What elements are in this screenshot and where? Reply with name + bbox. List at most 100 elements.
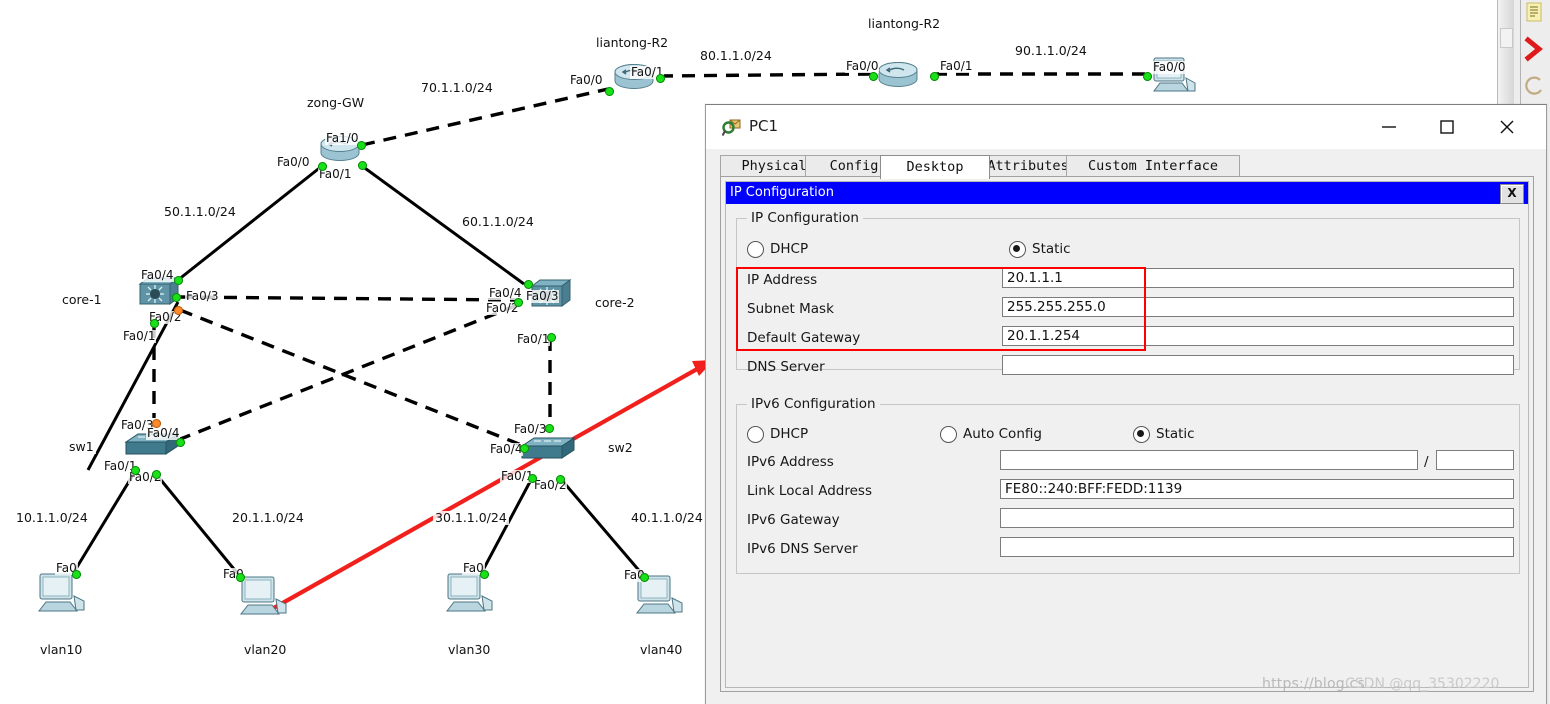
ipv6-auto-config-label: Auto Config — [963, 426, 1042, 442]
minimize-button[interactable] — [1366, 105, 1412, 149]
interface-label: Fa0/0 — [569, 73, 604, 87]
network-label: 70.1.1.0/24 — [419, 80, 495, 95]
interface-label: Fa0/4 — [140, 268, 175, 282]
port-status-dot — [656, 74, 665, 83]
port-status-dot — [236, 573, 245, 582]
ipv6-configuration-group: IPv6 Configuration DHCP Auto Config Stat… — [736, 396, 1520, 574]
port-status-dot — [72, 570, 81, 579]
device-icon-pc-vlan10[interactable] — [36, 572, 88, 622]
ipv6-field-label-1: Link Local Address — [747, 483, 872, 499]
chevron-right-icon[interactable] — [1524, 36, 1546, 66]
port-status-dot — [174, 306, 183, 315]
device-label-vlan20: vlan20 — [242, 642, 289, 657]
port-status-dot — [480, 570, 489, 579]
desktop-panel: IP Configuration X IP Configuration DHCP… — [720, 176, 1534, 692]
device-label-sw2: sw2 — [606, 440, 635, 455]
maximize-button[interactable] — [1424, 105, 1470, 149]
port-status-dot — [150, 319, 159, 328]
device-label-liantong-r2-b: liantong-R2 — [866, 16, 943, 31]
port-status-dot — [176, 438, 185, 447]
ipv4-dns-server-input[interactable] — [1002, 355, 1514, 375]
interface-label: Fa0/1 — [122, 329, 157, 343]
tab-desktop[interactable]: Desktop — [880, 155, 990, 179]
port-status-dot — [152, 419, 161, 428]
pc1-title-bar[interactable]: PC1 — [706, 105, 1546, 149]
ipv6-static-radio[interactable] — [1133, 426, 1150, 443]
scrollbar-thumb[interactable] — [1500, 28, 1513, 48]
port-status-dot — [318, 162, 327, 171]
device-label-zong-gw: zong-GW — [305, 95, 367, 110]
network-label: 50.1.1.0/24 — [162, 204, 238, 219]
ipv6-gateway-input[interactable] — [1000, 508, 1514, 528]
network-label: 80.1.1.0/24 — [698, 48, 774, 63]
device-icon-pc-vlan20[interactable] — [238, 575, 290, 625]
interface-label: Fa0/3 — [525, 289, 560, 303]
pc1-tab-bar[interactable]: Physical Config Desktop Attributes Custom In… — [720, 155, 1532, 179]
ipv4-configuration-group: IP Configuration DHCP Static IP Address … — [736, 210, 1520, 375]
device-icon-pc-vlan30[interactable] — [444, 572, 496, 622]
ip-configuration-internal-window: IP Configuration X IP Configuration DHCP… — [725, 181, 1529, 688]
ip-configuration-close-button[interactable]: X — [1500, 184, 1524, 204]
ipv6-prefix-length-input[interactable] — [1436, 450, 1514, 470]
ipv6-address-input[interactable] — [1000, 450, 1418, 470]
port-status-dot — [930, 72, 939, 81]
interface-label: Fa0/0 — [276, 155, 311, 169]
ip-configuration-title-bar[interactable]: IP Configuration X — [726, 182, 1528, 204]
interface-label: Fa0/1 — [516, 332, 551, 346]
pc1-window[interactable]: PC1 Physical Config Desktop Attributes Custo… — [705, 104, 1547, 704]
network-label: 20.1.1.0/24 — [230, 510, 306, 525]
ipv6-field-label-3: IPv6 DNS Server — [747, 541, 858, 557]
ipv4-subnet-mask-input[interactable]: 255.255.255.0 — [1002, 297, 1514, 317]
port-status-dot — [1143, 72, 1152, 81]
interface-label: Fa0/4 — [489, 442, 524, 456]
port-status-dot — [172, 293, 181, 302]
network-label: 30.1.1.0/24 — [433, 510, 509, 525]
ipv4-static-label: Static — [1032, 241, 1071, 257]
port-status-dot — [545, 424, 554, 433]
ipv4-default-gateway-input[interactable]: 20.1.1.254 — [1002, 326, 1514, 346]
ipv6-dhcp-radio[interactable] — [747, 426, 764, 443]
port-status-dot — [869, 72, 878, 81]
port-status-dot — [556, 475, 565, 484]
port-status-dot — [152, 470, 161, 479]
port-status-dot — [605, 87, 614, 96]
ipv4-field-label-2: Default Gateway — [747, 330, 861, 346]
port-status-dot — [357, 141, 366, 150]
note-icon[interactable] — [1524, 2, 1546, 32]
port-status-dot — [131, 466, 140, 475]
device-label-vlan10: vlan10 — [38, 642, 85, 657]
ipv6-prefix-separator: / — [1424, 454, 1429, 470]
interface-label: Fa0/0 — [845, 59, 880, 73]
port-status-dot — [640, 573, 649, 582]
ipv4-static-radio[interactable] — [1009, 241, 1026, 258]
ipv6-link-local-address-input[interactable]: FE80::240:BFF:FEDD:1139 — [1000, 479, 1514, 499]
device-icon-router-liantong-r2-b[interactable] — [876, 60, 920, 96]
device-label-core-1: core-1 — [60, 292, 104, 307]
pc1-window-title: PC1 — [749, 117, 779, 135]
interface-label: Fa0/3 — [513, 422, 548, 436]
interface-label: Fa0/0 — [1152, 60, 1187, 74]
ipv6-auto-config-radio[interactable] — [940, 426, 957, 443]
ipv4-dhcp-radio[interactable] — [747, 241, 764, 258]
ipv6-dns-server-input[interactable] — [1000, 537, 1514, 557]
ipv4-address-input[interactable]: 20.1.1.1 — [1002, 268, 1514, 288]
device-label-liantong-r2-a: liantong-R2 — [594, 35, 671, 50]
ipv6-static-label: Static — [1156, 426, 1195, 442]
ipv6-field-label-2: IPv6 Gateway — [747, 512, 840, 528]
network-label: 40.1.1.0/24 — [629, 510, 705, 525]
ip-configuration-title: IP Configuration — [730, 185, 834, 200]
tab-custom-interface[interactable]: Custom Interface — [1066, 155, 1240, 177]
ipv6-group-label: IPv6 Configuration — [747, 396, 880, 412]
port-status-dot — [174, 276, 183, 285]
circle-icon[interactable] — [1524, 74, 1546, 104]
port-status-dot — [520, 444, 529, 453]
ipv4-group-label: IP Configuration — [747, 210, 863, 226]
port-status-dot — [514, 298, 523, 307]
ipv4-field-label-3: DNS Server — [747, 359, 825, 375]
interface-label: Fa1/0 — [325, 131, 360, 145]
close-button[interactable] — [1484, 105, 1530, 149]
device-label-vlan30: vlan30 — [446, 642, 493, 657]
port-status-dot — [524, 280, 533, 289]
device-window-icon — [721, 117, 742, 137]
device-label-vlan40: vlan40 — [638, 642, 685, 657]
